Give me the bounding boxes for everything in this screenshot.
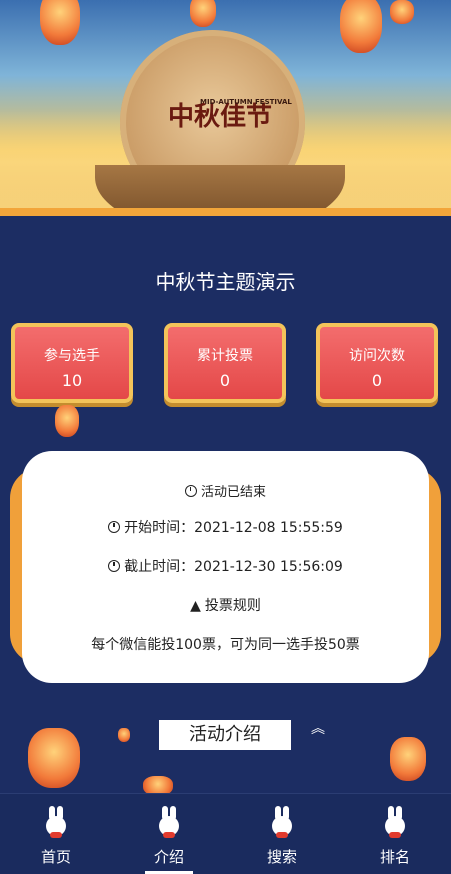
stat-label: 累计投票: [197, 348, 253, 364]
banner-stripe: [0, 208, 451, 216]
lantern-icon: [28, 728, 80, 788]
rabbit-icon: [380, 806, 410, 840]
end-time-label: 截止时间：: [124, 559, 195, 575]
stat-participants: 参与选手 10: [11, 323, 133, 403]
status-row: 活动已结束: [22, 481, 429, 500]
status-card: 活动已结束 开始时间：2021-12-08 15:55:59 截止时间：2021…: [22, 451, 429, 683]
stat-votes: 累计投票 0: [164, 323, 286, 403]
stat-value: 0: [219, 371, 231, 390]
rules-label: 投票规则: [204, 598, 261, 614]
stat-visits: 访问次数 0: [316, 323, 438, 403]
start-time-value: 2021-12-08 15:55:59: [194, 520, 343, 536]
tab-intro[interactable]: 介绍: [113, 794, 225, 874]
bottom-tab-bar: 首页 介绍 搜索 排名: [0, 793, 451, 874]
rabbit-icon: [41, 806, 71, 840]
clock-icon: [108, 560, 121, 572]
stat-label: 参与选手: [44, 348, 100, 364]
lantern-icon: [390, 737, 426, 781]
clock-icon: [108, 521, 121, 533]
stat-label: 访问次数: [349, 348, 405, 364]
lantern-icon: [190, 0, 216, 27]
lantern-icon: [55, 405, 79, 437]
rabbit-icon: [267, 806, 297, 840]
status-text: 活动已结束: [200, 485, 266, 500]
lantern-icon: [118, 728, 130, 742]
tab-label: 排名: [379, 848, 410, 866]
end-time-row: 截止时间：2021-12-30 15:56:09: [22, 556, 429, 576]
hero-banner: 中秋佳节 MID-AUTUMN FESTIVAL: [0, 0, 451, 215]
rabbit-icon: [154, 806, 184, 840]
end-time-value: 2021-12-30 15:56:09: [194, 559, 343, 575]
warning-icon: ▲: [190, 598, 201, 614]
start-time-label: 开始时间：: [124, 520, 195, 536]
lantern-icon: [40, 0, 80, 45]
intro-section-label[interactable]: 活动介绍: [159, 720, 291, 750]
lantern-icon: [390, 0, 414, 24]
rules-heading: ▲ 投票规则: [22, 595, 429, 615]
lantern-icon: [340, 0, 382, 53]
tab-label: 介绍: [153, 848, 184, 866]
clock-icon: [184, 485, 197, 497]
page-title: 中秋节主题演示: [155, 270, 296, 294]
tab-search[interactable]: 搜索: [226, 794, 338, 874]
double-chevron-up-icon[interactable]: ︽: [311, 722, 325, 736]
festival-subtitle: MID-AUTUMN FESTIVAL: [200, 98, 292, 106]
tab-label: 首页: [40, 848, 71, 866]
tab-ranking[interactable]: 排名: [339, 794, 451, 874]
tab-label: 搜索: [266, 848, 297, 866]
stat-value: 0: [371, 371, 383, 390]
stat-value: 10: [61, 371, 83, 390]
start-time-row: 开始时间：2021-12-08 15:55:59: [22, 517, 429, 537]
tab-home[interactable]: 首页: [0, 794, 112, 874]
rules-text: 每个微信能投100票，可为同一选手投50票: [91, 637, 360, 653]
